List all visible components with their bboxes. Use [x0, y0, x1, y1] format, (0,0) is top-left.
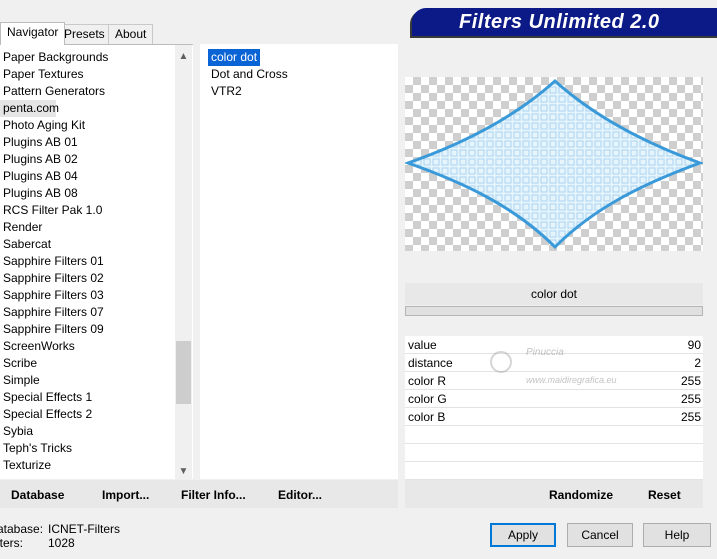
editor-button[interactable]: Editor...	[278, 488, 322, 502]
filters-count-value: 1028	[48, 536, 75, 550]
category-item[interactable]: Special Effects 2	[0, 406, 176, 423]
filter-list: color dot Dot and Cross VTR2	[208, 49, 291, 100]
watermark-url: www.maidiregrafica.eu	[526, 375, 617, 385]
category-item[interactable]: Sabercat	[0, 236, 176, 253]
selected-filter-title: color dot	[405, 283, 703, 305]
database-status: atabase: ICNET-Filters lters: 1028	[0, 522, 120, 550]
watermark-logo-icon	[490, 351, 512, 373]
category-item[interactable]: Special Effects 1	[0, 389, 176, 406]
parameter-toolbar: Randomize Reset	[405, 480, 703, 508]
import-button[interactable]: Import...	[102, 488, 149, 502]
category-item[interactable]: Paper Backgrounds	[0, 49, 176, 66]
category-item[interactable]: Plugins AB 04	[0, 168, 176, 185]
tab-about[interactable]: About	[108, 24, 154, 44]
param-value: 90	[687, 338, 701, 352]
category-item[interactable]: Texturize	[0, 457, 176, 474]
category-item[interactable]: penta.com	[0, 100, 59, 117]
param-label: value	[408, 338, 437, 352]
param-row-color-g[interactable]: color G 255	[405, 390, 703, 408]
param-row-empty	[405, 462, 703, 480]
category-item[interactable]: Scribe	[0, 355, 176, 372]
param-label: color B	[408, 410, 446, 424]
tab-navigator[interactable]: Navigator	[0, 22, 66, 45]
category-item[interactable]: Paper Textures	[0, 66, 176, 83]
filters-count-label: lters:	[0, 536, 24, 550]
database-label: atabase:	[0, 522, 44, 536]
param-value: 255	[680, 374, 701, 388]
navigator-toolbar: Database Import... Filter Info... Editor…	[0, 480, 398, 508]
category-item[interactable]: Sapphire Filters 02	[0, 270, 176, 287]
filter-item[interactable]: color dot	[208, 49, 261, 66]
category-item[interactable]: Teph's Tricks	[0, 440, 176, 457]
category-item[interactable]: Sapphire Filters 01	[0, 253, 176, 270]
scroll-up-arrow-icon[interactable]: ▲	[175, 48, 192, 65]
filter-preview	[405, 77, 703, 251]
database-button[interactable]: Database	[11, 488, 64, 502]
category-item[interactable]: Plugins AB 02	[0, 151, 176, 168]
category-item[interactable]: Simple	[0, 372, 176, 389]
app-banner-title: Filters Unlimited 2.0	[412, 8, 717, 36]
category-item[interactable]: Render	[0, 219, 176, 236]
category-item[interactable]: Sapphire Filters 03	[0, 287, 176, 304]
param-label: distance	[408, 356, 453, 370]
parameter-slider[interactable]	[405, 306, 703, 316]
scroll-thumb[interactable]	[176, 341, 191, 404]
param-value: 255	[680, 410, 701, 424]
filter-item[interactable]: VTR2	[208, 83, 245, 100]
param-label: color R	[408, 374, 447, 388]
param-row-empty	[405, 426, 703, 444]
category-item[interactable]: RCS Filter Pak 1.0	[0, 202, 176, 219]
category-item[interactable]: Sapphire Filters 09	[0, 321, 176, 338]
filter-list-panel: color dot Dot and Cross VTR2	[200, 44, 398, 479]
category-item[interactable]: Photo Aging Kit	[0, 117, 176, 134]
category-list-panel: Paper Backgrounds Paper Textures Pattern G…	[0, 44, 193, 479]
param-row-color-b[interactable]: color B 255	[405, 408, 703, 426]
filter-item[interactable]: Dot and Cross	[208, 66, 291, 83]
category-item[interactable]: Plugins AB 08	[0, 185, 176, 202]
watermark: Pinuccia www.maidiregrafica.eu	[490, 345, 640, 390]
category-list: Paper Backgrounds Paper Textures Pattern G…	[0, 49, 176, 474]
category-item[interactable]: Sapphire Filters 07	[0, 304, 176, 321]
cancel-button[interactable]: Cancel	[567, 523, 633, 547]
database-value: ICNET-Filters	[48, 522, 120, 536]
category-item[interactable]: ScreenWorks	[0, 338, 176, 355]
category-item[interactable]: Plugins AB 01	[0, 134, 176, 151]
category-scrollbar[interactable]: ▲ ▼	[175, 45, 192, 479]
tab-bar: Navigator Presets About	[0, 22, 160, 45]
help-button[interactable]: Help	[643, 523, 711, 547]
param-row-empty	[405, 444, 703, 462]
filter-info-button[interactable]: Filter Info...	[181, 488, 246, 502]
apply-button[interactable]: Apply	[490, 523, 556, 547]
reset-button[interactable]: Reset	[648, 488, 681, 502]
param-label: color G	[408, 392, 447, 406]
randomize-button[interactable]: Randomize	[549, 488, 613, 502]
scroll-down-arrow-icon[interactable]: ▼	[175, 463, 192, 479]
param-value: 2	[694, 356, 701, 370]
category-item[interactable]: Pattern Generators	[0, 83, 176, 100]
preview-diamond-image	[405, 78, 703, 250]
watermark-name: Pinuccia	[526, 347, 564, 358]
category-item[interactable]: Sybia	[0, 423, 176, 440]
param-value: 255	[680, 392, 701, 406]
